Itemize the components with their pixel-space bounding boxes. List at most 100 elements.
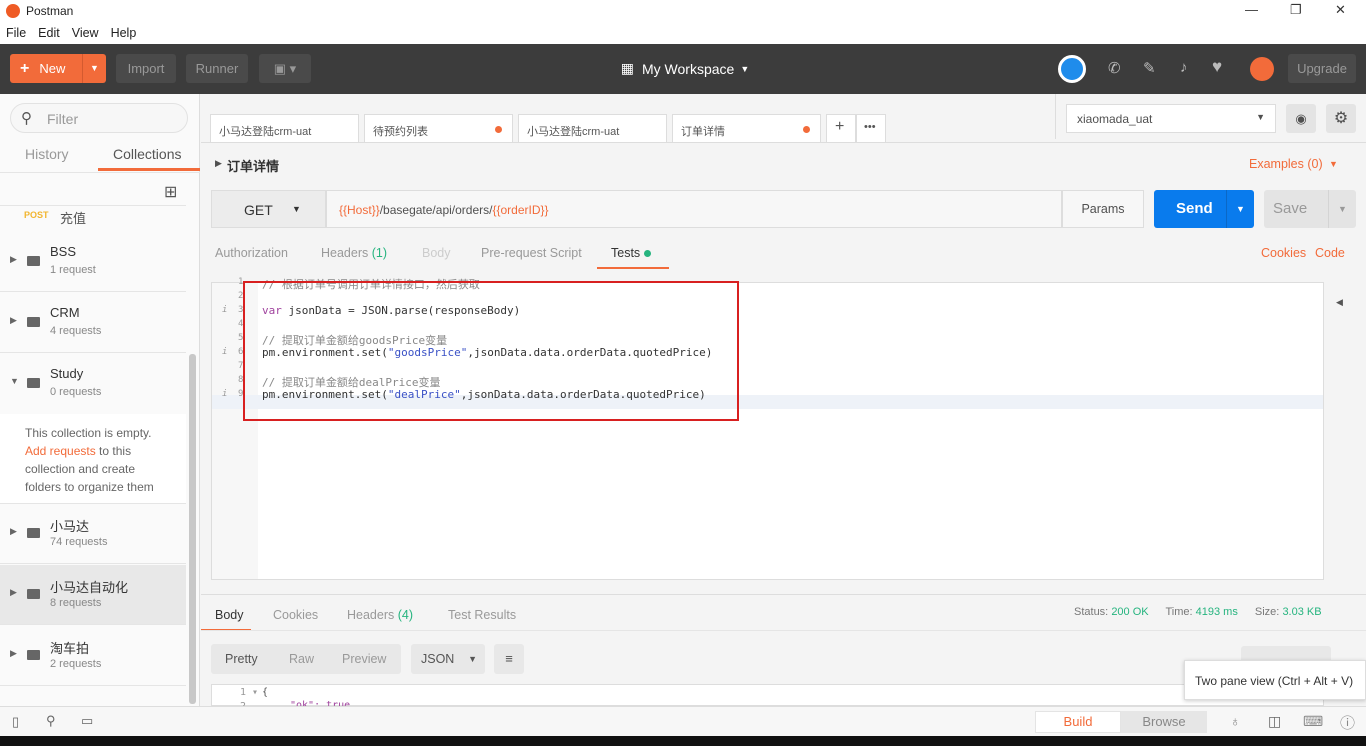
empty-text: This collection is empty.: [25, 426, 152, 440]
upgrade-button[interactable]: Upgrade: [1288, 54, 1356, 83]
satellite-icon[interactable]: ✆: [1108, 59, 1121, 77]
collection-item[interactable]: ▶ 小马达 74 requests: [0, 504, 186, 564]
add-requests-link[interactable]: Add requests: [25, 444, 96, 458]
tab-label: Tests: [611, 246, 641, 260]
search-icon[interactable]: ⚲: [46, 713, 56, 729]
new-window-button[interactable]: ▣ ▾: [259, 54, 311, 83]
more-tabs-icon[interactable]: •••: [856, 114, 886, 143]
folder-icon: [27, 528, 40, 538]
menu-edit[interactable]: Edit: [32, 26, 66, 40]
save-label: Save: [1273, 200, 1308, 217]
bell-icon[interactable]: ♪: [1180, 59, 1188, 76]
folder-icon: [27, 256, 40, 266]
new-dropdown-icon[interactable]: ▼: [82, 54, 106, 83]
tab-pre-request-script[interactable]: Pre-request Script: [481, 246, 582, 260]
runner-button[interactable]: Runner: [186, 54, 248, 83]
code-link[interactable]: Code: [1315, 246, 1345, 260]
send-button[interactable]: Send ▼: [1154, 190, 1254, 228]
avatar[interactable]: [1250, 57, 1274, 81]
cookies-link[interactable]: Cookies: [1261, 246, 1306, 260]
collection-item[interactable]: ▶ BSS 1 request: [0, 232, 186, 292]
divider: [201, 594, 1366, 595]
request-tab[interactable]: 小马达登陆crm-uat: [210, 114, 359, 143]
wrap-lines-icon[interactable]: ≡: [494, 644, 524, 674]
keyboard-icon[interactable]: ⌨: [1303, 713, 1323, 730]
divider: [201, 630, 1366, 631]
environment-select[interactable]: xiaomada_uat ▼: [1066, 104, 1276, 133]
response-tab-cookies[interactable]: Cookies: [273, 608, 318, 622]
build-toggle[interactable]: Build: [1035, 711, 1121, 733]
browse-toggle[interactable]: Browse: [1121, 711, 1207, 733]
collection-item[interactable]: ▼ Study 0 requests: [0, 354, 186, 414]
examples-dropdown[interactable]: Examples (0): [1249, 157, 1323, 171]
params-button[interactable]: Params: [1062, 190, 1144, 228]
os-taskbar: [0, 736, 1366, 746]
response-body-editor[interactable]: 1 ▾ { 2 "ok": true,: [211, 684, 1324, 712]
new-button[interactable]: + New ▼: [10, 54, 106, 83]
maximize-button[interactable]: ❐: [1290, 2, 1302, 18]
wrench-icon[interactable]: ✎: [1143, 59, 1156, 77]
pretty-button[interactable]: Pretty: [225, 652, 258, 666]
empty-text: to this: [95, 444, 132, 458]
request-tab[interactable]: 待预约列表: [364, 114, 513, 143]
import-button[interactable]: Import: [116, 54, 176, 83]
tab-authorization[interactable]: Authorization: [215, 246, 288, 260]
save-button[interactable]: Save ▼: [1264, 190, 1356, 228]
chevron-down-icon[interactable]: ▼: [1226, 190, 1254, 228]
size-value: 3.03 KB: [1282, 606, 1322, 618]
divider: [1055, 94, 1056, 139]
filter-input[interactable]: ⚲ Filter: [10, 103, 188, 133]
caret-left-icon[interactable]: ◀: [1336, 297, 1343, 308]
menu-view[interactable]: View: [66, 26, 105, 40]
workspace-selector[interactable]: ▦ My Workspace ▼: [610, 54, 760, 83]
sidebar-scrollbar[interactable]: [189, 354, 196, 704]
caret-right-icon: ▶: [10, 315, 17, 325]
tab-history[interactable]: History: [25, 146, 69, 162]
sync-icon[interactable]: [1058, 55, 1086, 83]
status-value: 200 OK: [1111, 606, 1149, 618]
preview-button[interactable]: Preview: [342, 652, 386, 666]
menu-bar: File Edit View Help: [0, 22, 1366, 44]
caret-right-icon[interactable]: ▶: [215, 158, 222, 169]
minimize-button[interactable]: —: [1245, 2, 1258, 17]
url-path: /basegate/api/orders/: [379, 203, 493, 217]
menu-file[interactable]: File: [0, 26, 32, 40]
request-title[interactable]: 订单详情: [227, 156, 279, 175]
collection-item[interactable]: ▶ 淘车拍 2 requests: [0, 626, 186, 686]
chevron-down-icon: ▼: [740, 63, 750, 74]
raw-button[interactable]: Raw: [289, 652, 314, 666]
request-name[interactable]: 充值: [60, 208, 86, 227]
new-window-icon: ▣ ▾: [273, 60, 297, 76]
tab-collections[interactable]: Collections: [113, 146, 181, 162]
lightbulb-icon[interactable]: ♁: [1230, 713, 1241, 729]
two-pane-icon[interactable]: ◫: [1268, 713, 1281, 730]
divider: [0, 172, 200, 173]
chevron-down-icon[interactable]: ▼: [1328, 190, 1356, 228]
response-tab-body[interactable]: Body: [215, 608, 244, 622]
tab-body[interactable]: Body: [422, 246, 451, 260]
menu-help[interactable]: Help: [105, 26, 143, 40]
highlight-box: [243, 281, 739, 421]
gear-icon[interactable]: ⚙: [1326, 104, 1356, 133]
url-input[interactable]: {{Host}}/basegate/api/orders/{{orderID}}: [326, 190, 1062, 228]
toggle-sidebar-icon[interactable]: ▯: [12, 714, 19, 730]
new-tab-button[interactable]: +: [826, 114, 856, 143]
tests-code-editor[interactable]: 1// 根据订单号调用订单详情接口，然后获取 2 i 3 var jsonData = …: [211, 277, 1324, 580]
console-icon[interactable]: ▭: [81, 713, 93, 729]
request-tab-active[interactable]: 订单详情: [672, 114, 821, 143]
response-tab-test-results[interactable]: Test Results: [448, 608, 516, 622]
collection-item[interactable]: ▶ CRM 4 requests: [0, 293, 186, 353]
request-tab[interactable]: 小马达登陆crm-uat: [518, 114, 667, 143]
new-collection-icon[interactable]: ⊞: [164, 182, 177, 202]
help-icon[interactable]: ⓘ: [1340, 712, 1355, 733]
format-select[interactable]: JSON ▼: [411, 644, 485, 674]
tab-headers[interactable]: Headers (1): [321, 246, 387, 260]
close-button[interactable]: ✕: [1335, 2, 1346, 18]
eye-icon[interactable]: ◉: [1286, 104, 1316, 133]
collection-item[interactable]: ▶ 小马达自动化 8 requests: [0, 565, 186, 625]
response-tab-headers[interactable]: Headers (4): [347, 608, 413, 622]
method-select[interactable]: GET ▼: [211, 190, 326, 228]
tab-tests[interactable]: Tests: [611, 246, 651, 260]
view-mode-group: Pretty Raw Preview: [211, 644, 401, 674]
heart-icon[interactable]: ♥: [1212, 57, 1222, 77]
